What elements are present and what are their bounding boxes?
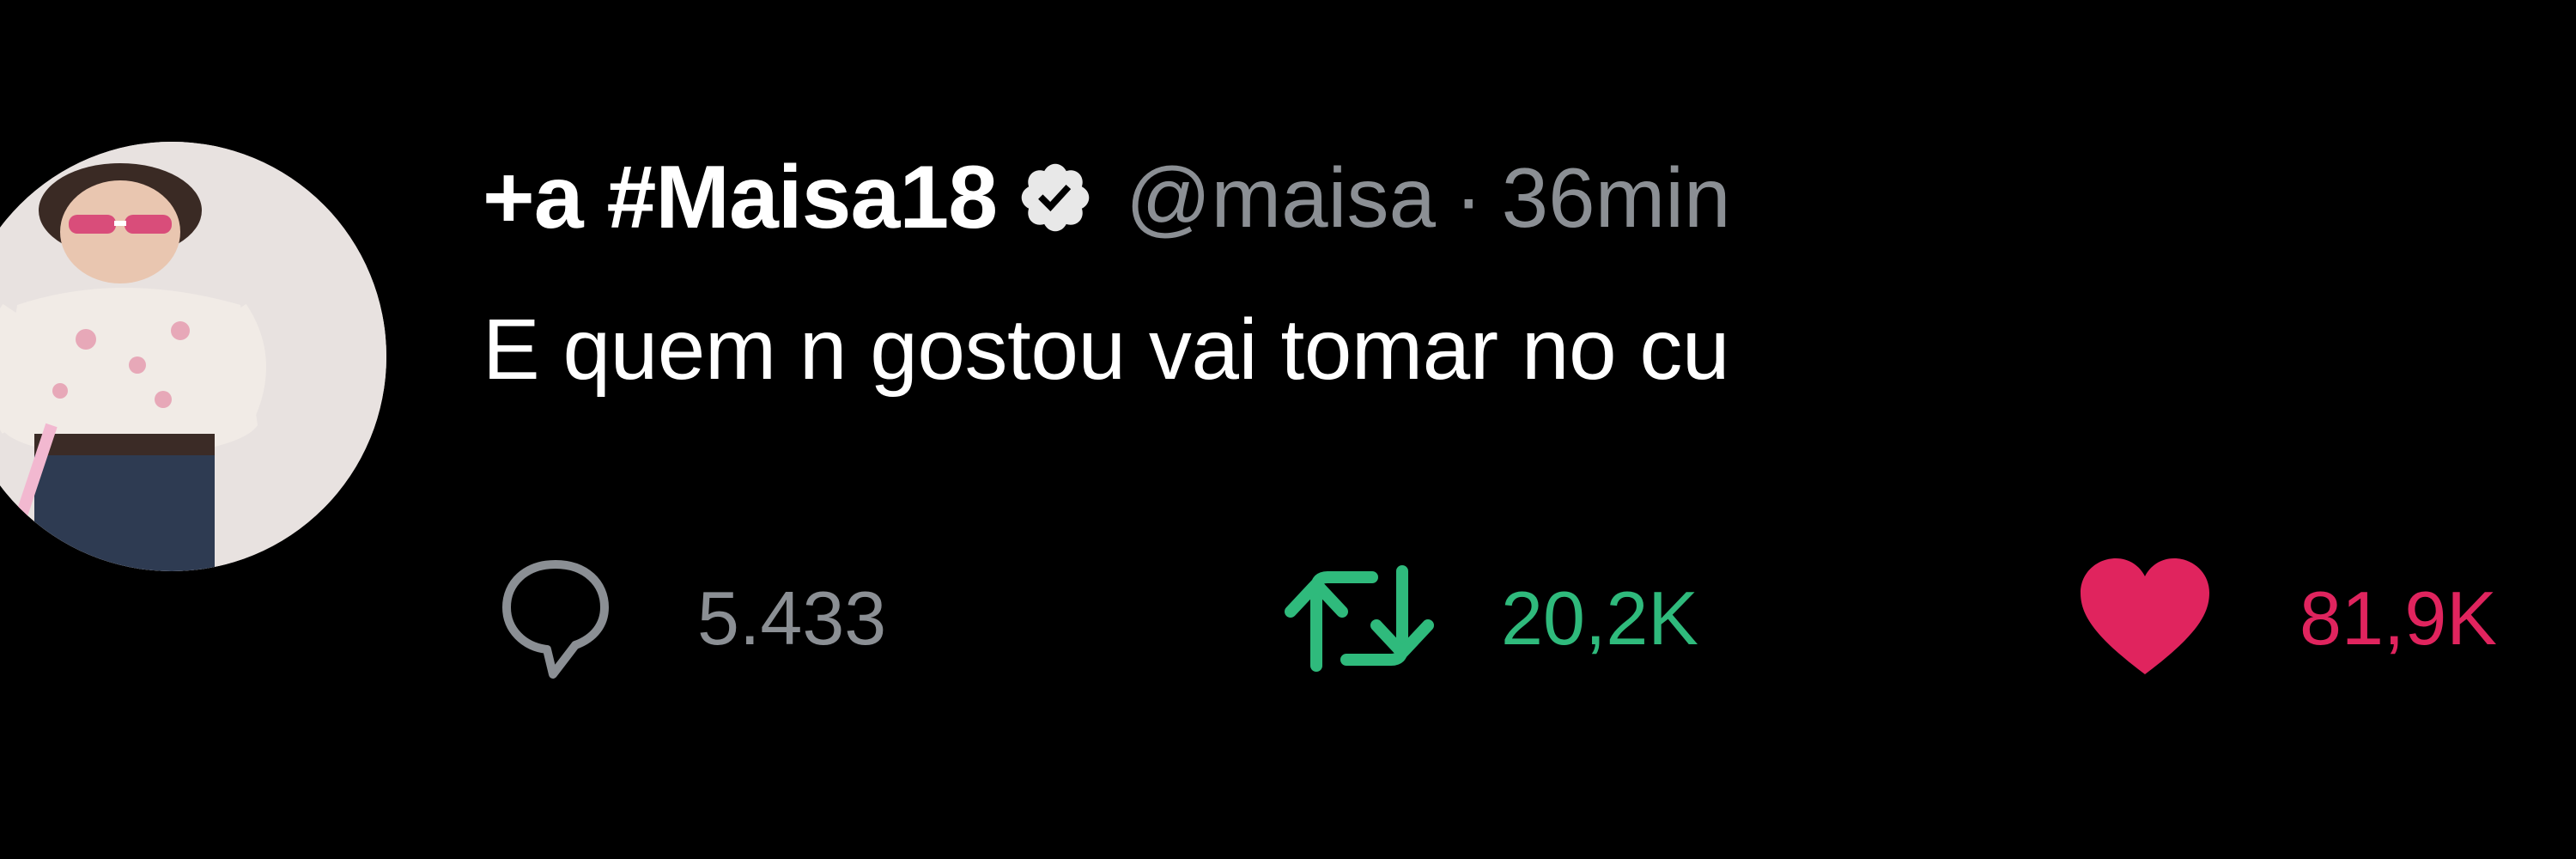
avatar[interactable] bbox=[0, 142, 386, 571]
tweet-card[interactable]: +a #Maisa18 @maisa · 36min E quem n gost… bbox=[0, 0, 2576, 859]
user-handle[interactable]: @maisa bbox=[1126, 149, 1436, 247]
retweet-button[interactable]: 20,2K bbox=[1278, 550, 1698, 687]
reply-count: 5.433 bbox=[697, 576, 887, 661]
retweet-icon bbox=[1278, 558, 1441, 679]
retweet-count: 20,2K bbox=[1501, 576, 1698, 661]
display-name[interactable]: +a #Maisa18 bbox=[483, 147, 998, 249]
avatar-photo bbox=[0, 142, 386, 571]
verified-badge-icon bbox=[1016, 158, 1095, 237]
tweet-header: +a #Maisa18 @maisa · 36min bbox=[483, 137, 1731, 258]
like-button[interactable]: 81,9K bbox=[2076, 550, 2497, 687]
reply-button[interactable]: 5.433 bbox=[500, 550, 886, 687]
heart-icon bbox=[2076, 554, 2214, 683]
separator-dot: · bbox=[1454, 149, 1483, 245]
like-count: 81,9K bbox=[2300, 576, 2497, 661]
tweet-text: E quem n gostou vai tomar no cu bbox=[483, 302, 1729, 398]
reply-bubble-icon bbox=[500, 554, 611, 683]
timestamp[interactable]: 36min bbox=[1502, 149, 1731, 247]
